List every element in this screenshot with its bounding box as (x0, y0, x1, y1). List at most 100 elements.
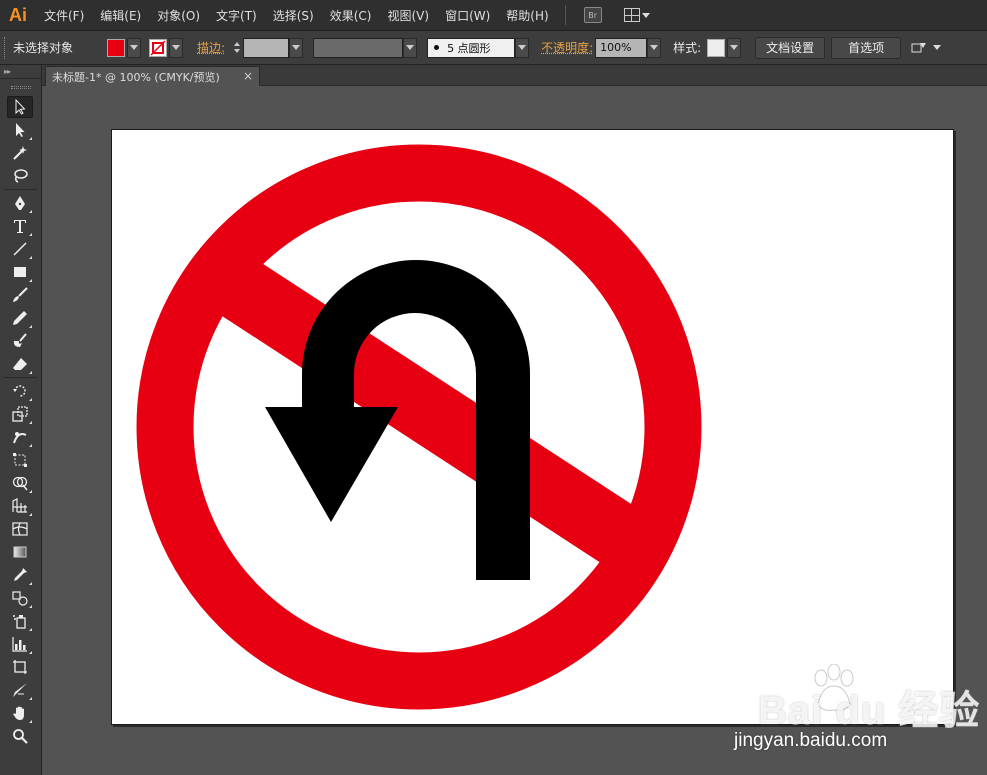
magic-wand-tool[interactable] (7, 142, 33, 164)
paintbrush-tool[interactable] (7, 284, 33, 306)
free-transform-icon (13, 453, 27, 467)
menu-separator (564, 5, 566, 25)
brush-dot-icon (434, 45, 440, 50)
chevron-down-icon (292, 45, 301, 50)
chevron-down-icon (406, 45, 415, 50)
pencil-icon (13, 311, 27, 325)
menu-object[interactable]: 对象(O) (149, 7, 208, 24)
canvas-area[interactable] (42, 86, 987, 775)
lasso-tool[interactable] (7, 165, 33, 187)
shape-builder-tool[interactable] (7, 472, 33, 494)
symbol-sprayer-tool[interactable] (7, 610, 33, 632)
panel-grip[interactable] (4, 36, 9, 59)
stroke-weight-dropdown[interactable] (289, 37, 304, 58)
tools-grip[interactable] (0, 79, 41, 95)
slice-knife-icon (13, 683, 27, 697)
app-logo: Ai (9, 4, 27, 25)
chevron-down-icon (650, 45, 659, 50)
magic-wand-icon (13, 146, 27, 160)
brush-definition[interactable]: 5 点圆形 (427, 37, 516, 58)
stroke-swatch[interactable] (149, 38, 168, 57)
mesh-tool[interactable] (7, 518, 33, 540)
document-tab[interactable]: 未标题-1* @ 100% (CMYK/预览) × (45, 66, 260, 86)
fill-dropdown[interactable] (127, 37, 142, 58)
blend-icon (12, 591, 28, 606)
opacity-field[interactable]: 100% (595, 37, 648, 58)
chevron-down-icon (730, 45, 739, 50)
menu-view[interactable]: 视图(V) (379, 7, 437, 24)
document-setup-button[interactable]: 文档设置 (755, 36, 826, 59)
selection-tool[interactable] (7, 96, 33, 118)
preferences-button[interactable]: 首选项 (831, 36, 902, 59)
no-u-turn-sign[interactable] (112, 130, 954, 725)
pen-nib-icon (15, 196, 25, 210)
style-label: 样式: (673, 41, 702, 55)
hand-icon (13, 706, 24, 720)
menu-file[interactable]: 文件(F) (36, 7, 92, 24)
rotate-icon (13, 385, 26, 397)
opacity-dropdown[interactable] (647, 37, 662, 58)
collapse-panel-icon[interactable]: ▸▸ (0, 65, 41, 79)
menu-window[interactable]: 窗口(W) (437, 7, 498, 24)
bridge-button[interactable]: Br (583, 7, 602, 23)
opacity-label[interactable]: 不透明度: (541, 39, 593, 56)
magnifier-icon (13, 729, 28, 744)
menu-help[interactable]: 帮助(H) (498, 7, 556, 24)
rectangle-tool[interactable] (7, 261, 33, 283)
blend-tool[interactable] (7, 587, 33, 609)
blob-brush-icon (13, 333, 27, 347)
arrange-documents-button[interactable] (911, 41, 942, 55)
pencil-tool[interactable] (7, 307, 33, 329)
artboard-icon (13, 660, 27, 674)
menu-edit[interactable]: 编辑(E) (92, 7, 149, 24)
warp-tool[interactable] (7, 426, 33, 448)
column-graph-tool[interactable] (7, 633, 33, 655)
stroke-label[interactable]: 描边: (197, 39, 225, 56)
perspective-grid-tool[interactable] (7, 495, 33, 517)
chevron-down-icon (172, 45, 181, 50)
rotate-tool[interactable] (7, 380, 33, 402)
menu-type[interactable]: 文字(T) (208, 7, 265, 24)
blob-brush-tool[interactable] (7, 330, 33, 352)
variable-width-profile[interactable] (313, 37, 404, 58)
zoom-tool[interactable] (7, 725, 33, 747)
stroke-dropdown[interactable] (169, 37, 184, 58)
gradient-tool[interactable] (7, 541, 33, 563)
line-icon (13, 242, 27, 256)
menu-effect[interactable]: 效果(C) (322, 7, 380, 24)
brush-dropdown[interactable] (515, 37, 530, 58)
eyedropper-icon (14, 568, 27, 581)
tools-panel: ▸▸ (0, 65, 42, 775)
free-transform-tool[interactable] (7, 449, 33, 471)
scale-icon (12, 406, 28, 422)
profile-dropdown[interactable] (403, 37, 418, 58)
mesh-icon (12, 522, 28, 536)
graphic-style-swatch[interactable] (707, 38, 726, 57)
direct-pointer-icon (16, 123, 25, 137)
workspace-switcher[interactable] (623, 8, 650, 22)
artboard[interactable] (111, 129, 954, 725)
direct-selection-tool[interactable] (7, 119, 33, 141)
perspective-grid-icon (12, 498, 27, 513)
eraser-icon (13, 358, 27, 370)
style-dropdown[interactable] (727, 37, 742, 58)
symbol-sprayer-icon (13, 615, 26, 629)
artboard-tool[interactable] (7, 656, 33, 678)
stroke-weight-stepper[interactable] (231, 38, 243, 58)
slice-tool[interactable] (7, 679, 33, 701)
pen-tool[interactable] (7, 192, 33, 214)
eraser-tool[interactable] (7, 353, 33, 375)
control-bar: 未选择对象 描边: 5 点圆形 不透明度: 100% 样式: 文档设置 首选项 (0, 31, 987, 65)
line-segment-tool[interactable] (7, 238, 33, 260)
arrow-pointer-icon (15, 99, 26, 115)
column-graph-icon (12, 637, 27, 652)
fill-swatch[interactable] (107, 38, 126, 57)
chevron-down-icon (518, 45, 527, 50)
hand-tool[interactable] (7, 702, 33, 724)
stroke-weight-field[interactable] (243, 37, 290, 58)
eyedropper-tool[interactable] (7, 564, 33, 586)
close-tab-icon[interactable]: × (243, 69, 253, 83)
type-tool[interactable] (7, 215, 33, 237)
menu-select[interactable]: 选择(S) (265, 7, 322, 24)
scale-tool[interactable] (7, 403, 33, 425)
